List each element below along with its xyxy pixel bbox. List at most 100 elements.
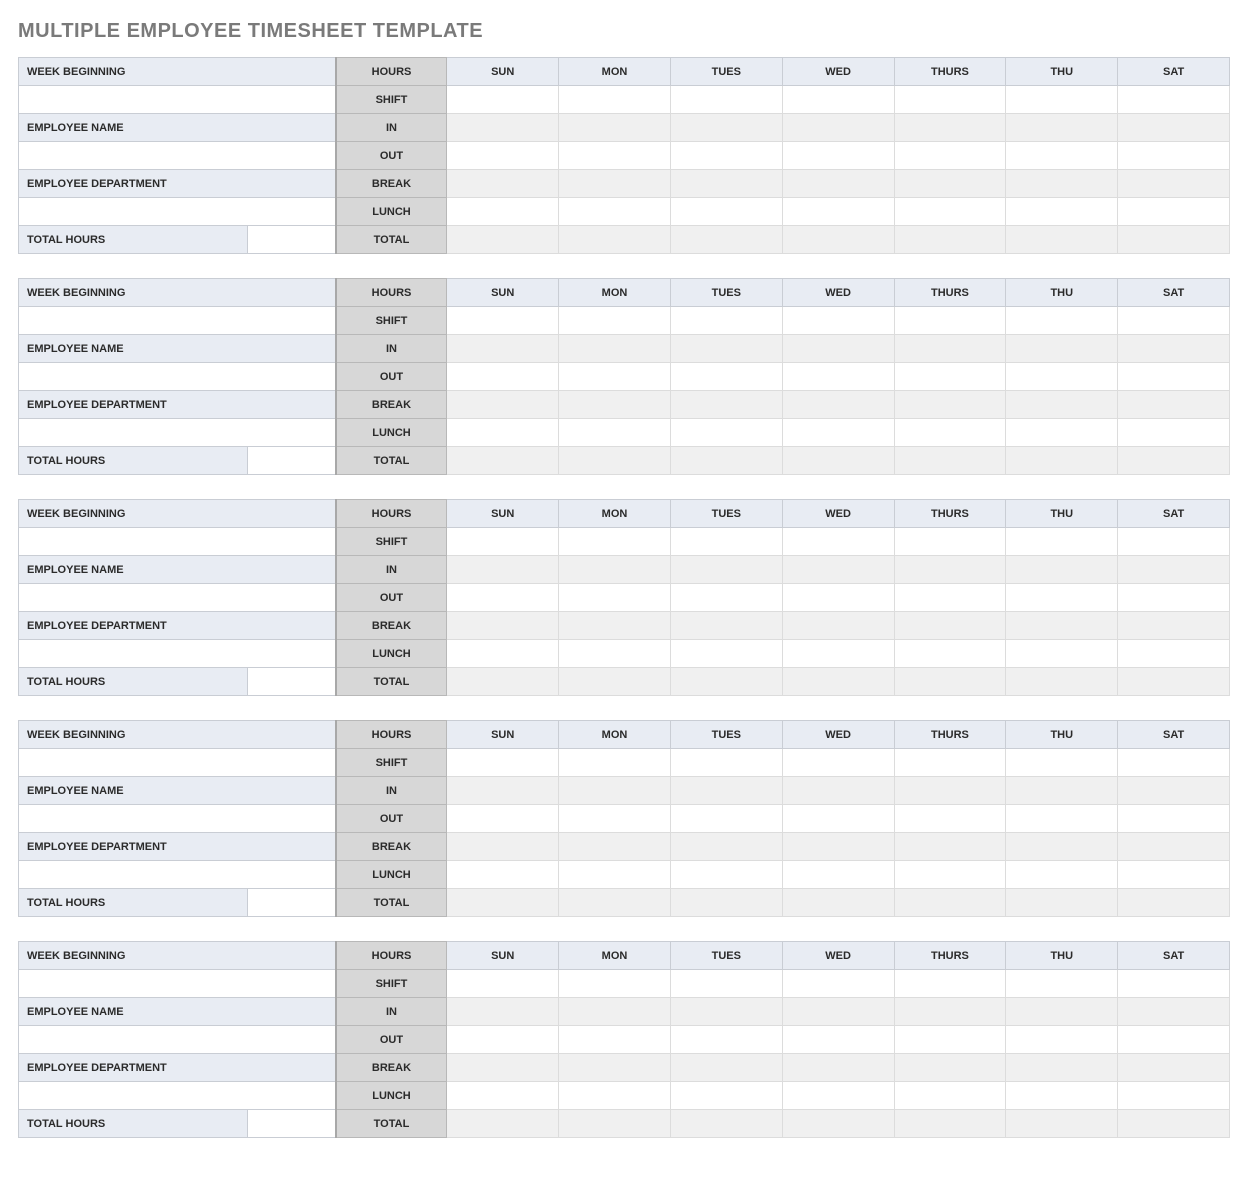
- cell-total-mon[interactable]: [559, 226, 671, 254]
- cell-break-sat[interactable]: [1118, 391, 1230, 419]
- cell-total-thu[interactable]: [1006, 226, 1118, 254]
- cell-in-sun[interactable]: [447, 998, 559, 1026]
- cell-total-thurs[interactable]: [894, 447, 1006, 475]
- cell-shift-wed[interactable]: [782, 307, 894, 335]
- cell-shift-mon[interactable]: [559, 749, 671, 777]
- cell-total-thurs[interactable]: [894, 1110, 1006, 1138]
- cell-total-wed[interactable]: [782, 447, 894, 475]
- cell-shift-sat[interactable]: [1118, 749, 1230, 777]
- cell-lunch-sun[interactable]: [447, 198, 559, 226]
- cell-out-sun[interactable]: [447, 805, 559, 833]
- cell-break-thurs[interactable]: [894, 391, 1006, 419]
- cell-break-wed[interactable]: [782, 1054, 894, 1082]
- cell-out-sun[interactable]: [447, 584, 559, 612]
- cell-total-sun[interactable]: [447, 226, 559, 254]
- cell-shift-wed[interactable]: [782, 749, 894, 777]
- cell-shift-tues[interactable]: [670, 970, 782, 998]
- cell-total-mon[interactable]: [559, 889, 671, 917]
- cell-total-mon[interactable]: [559, 668, 671, 696]
- cell-shift-tues[interactable]: [670, 528, 782, 556]
- cell-in-thu[interactable]: [1006, 777, 1118, 805]
- cell-total-tues[interactable]: [670, 1110, 782, 1138]
- cell-out-thu[interactable]: [1006, 363, 1118, 391]
- cell-in-thu[interactable]: [1006, 335, 1118, 363]
- cell-break-mon[interactable]: [559, 1054, 671, 1082]
- cell-in-tues[interactable]: [670, 114, 782, 142]
- cell-total-sat[interactable]: [1118, 447, 1230, 475]
- cell-lunch-sat[interactable]: [1118, 1082, 1230, 1110]
- cell-lunch-sat[interactable]: [1118, 640, 1230, 668]
- cell-lunch-sun[interactable]: [447, 419, 559, 447]
- cell-total-thu[interactable]: [1006, 1110, 1118, 1138]
- cell-shift-sat[interactable]: [1118, 86, 1230, 114]
- cell-total-sat[interactable]: [1118, 1110, 1230, 1138]
- input-employee-department[interactable]: [19, 198, 336, 226]
- cell-in-mon[interactable]: [559, 335, 671, 363]
- cell-shift-mon[interactable]: [559, 970, 671, 998]
- cell-total-mon[interactable]: [559, 447, 671, 475]
- cell-out-thu[interactable]: [1006, 1026, 1118, 1054]
- cell-in-sat[interactable]: [1118, 335, 1230, 363]
- cell-total-wed[interactable]: [782, 889, 894, 917]
- input-employee-department[interactable]: [19, 1082, 336, 1110]
- cell-lunch-tues[interactable]: [670, 861, 782, 889]
- cell-lunch-mon[interactable]: [559, 861, 671, 889]
- cell-in-sat[interactable]: [1118, 777, 1230, 805]
- cell-out-tues[interactable]: [670, 363, 782, 391]
- cell-break-sat[interactable]: [1118, 833, 1230, 861]
- cell-in-tues[interactable]: [670, 777, 782, 805]
- cell-shift-mon[interactable]: [559, 307, 671, 335]
- cell-break-mon[interactable]: [559, 833, 671, 861]
- cell-out-sat[interactable]: [1118, 584, 1230, 612]
- cell-lunch-thu[interactable]: [1006, 861, 1118, 889]
- cell-lunch-sun[interactable]: [447, 1082, 559, 1110]
- cell-out-mon[interactable]: [559, 363, 671, 391]
- cell-lunch-mon[interactable]: [559, 1082, 671, 1110]
- cell-lunch-thurs[interactable]: [894, 861, 1006, 889]
- cell-break-mon[interactable]: [559, 170, 671, 198]
- cell-in-wed[interactable]: [782, 556, 894, 584]
- cell-lunch-mon[interactable]: [559, 419, 671, 447]
- cell-break-thurs[interactable]: [894, 1054, 1006, 1082]
- cell-total-tues[interactable]: [670, 889, 782, 917]
- cell-shift-thurs[interactable]: [894, 307, 1006, 335]
- cell-in-mon[interactable]: [559, 556, 671, 584]
- input-employee-department[interactable]: [19, 419, 336, 447]
- cell-out-wed[interactable]: [782, 363, 894, 391]
- cell-out-mon[interactable]: [559, 805, 671, 833]
- cell-shift-thu[interactable]: [1006, 86, 1118, 114]
- input-total-hours[interactable]: [247, 226, 336, 254]
- cell-out-thurs[interactable]: [894, 142, 1006, 170]
- cell-out-wed[interactable]: [782, 805, 894, 833]
- cell-total-thurs[interactable]: [894, 668, 1006, 696]
- cell-out-tues[interactable]: [670, 584, 782, 612]
- cell-lunch-wed[interactable]: [782, 198, 894, 226]
- cell-in-thu[interactable]: [1006, 998, 1118, 1026]
- cell-in-thu[interactable]: [1006, 114, 1118, 142]
- cell-total-sun[interactable]: [447, 447, 559, 475]
- cell-total-sun[interactable]: [447, 668, 559, 696]
- cell-total-sat[interactable]: [1118, 226, 1230, 254]
- cell-out-thu[interactable]: [1006, 805, 1118, 833]
- cell-lunch-thurs[interactable]: [894, 1082, 1006, 1110]
- cell-break-thurs[interactable]: [894, 170, 1006, 198]
- cell-out-sat[interactable]: [1118, 142, 1230, 170]
- cell-break-thurs[interactable]: [894, 833, 1006, 861]
- cell-lunch-thurs[interactable]: [894, 640, 1006, 668]
- cell-in-sat[interactable]: [1118, 556, 1230, 584]
- cell-in-thurs[interactable]: [894, 777, 1006, 805]
- cell-break-wed[interactable]: [782, 612, 894, 640]
- cell-shift-wed[interactable]: [782, 528, 894, 556]
- cell-break-sun[interactable]: [447, 170, 559, 198]
- cell-lunch-thurs[interactable]: [894, 419, 1006, 447]
- cell-out-thu[interactable]: [1006, 584, 1118, 612]
- cell-lunch-thu[interactable]: [1006, 640, 1118, 668]
- cell-shift-mon[interactable]: [559, 528, 671, 556]
- cell-shift-sat[interactable]: [1118, 307, 1230, 335]
- cell-lunch-wed[interactable]: [782, 640, 894, 668]
- cell-in-mon[interactable]: [559, 998, 671, 1026]
- cell-break-tues[interactable]: [670, 170, 782, 198]
- cell-lunch-thu[interactable]: [1006, 198, 1118, 226]
- cell-out-thurs[interactable]: [894, 363, 1006, 391]
- cell-shift-tues[interactable]: [670, 307, 782, 335]
